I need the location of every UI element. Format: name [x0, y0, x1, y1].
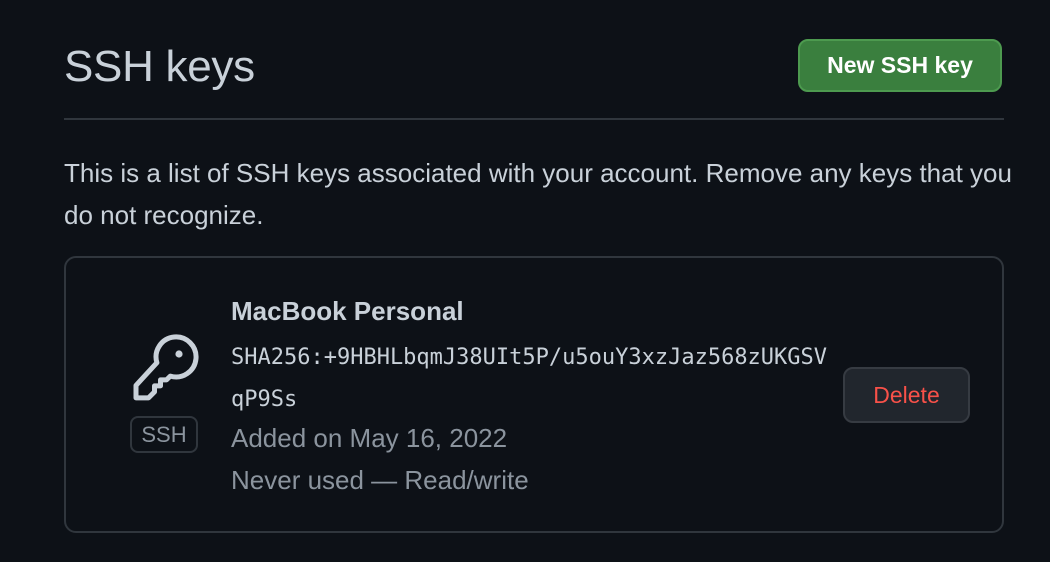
key-title: MacBook Personal: [231, 296, 464, 326]
key-usage-info: Never used — Read/write: [231, 465, 529, 495]
ssh-keys-description: This is a list of SSH keys associated wi…: [64, 158, 1012, 230]
key-added-date: Added on May 16, 2022: [231, 423, 508, 453]
new-ssh-key-button[interactable]: New SSH key: [798, 39, 1002, 92]
page-title: SSH keys: [64, 42, 255, 91]
delete-key-button[interactable]: Delete: [843, 367, 970, 423]
header-divider: [64, 118, 1004, 120]
key-icon: [127, 332, 201, 406]
key-fingerprint: SHA256:+9HBHLbqmJ38UIt5P/u5ouY3xzJaz568z…: [231, 345, 828, 412]
ssh-badge: SSH: [130, 416, 198, 453]
